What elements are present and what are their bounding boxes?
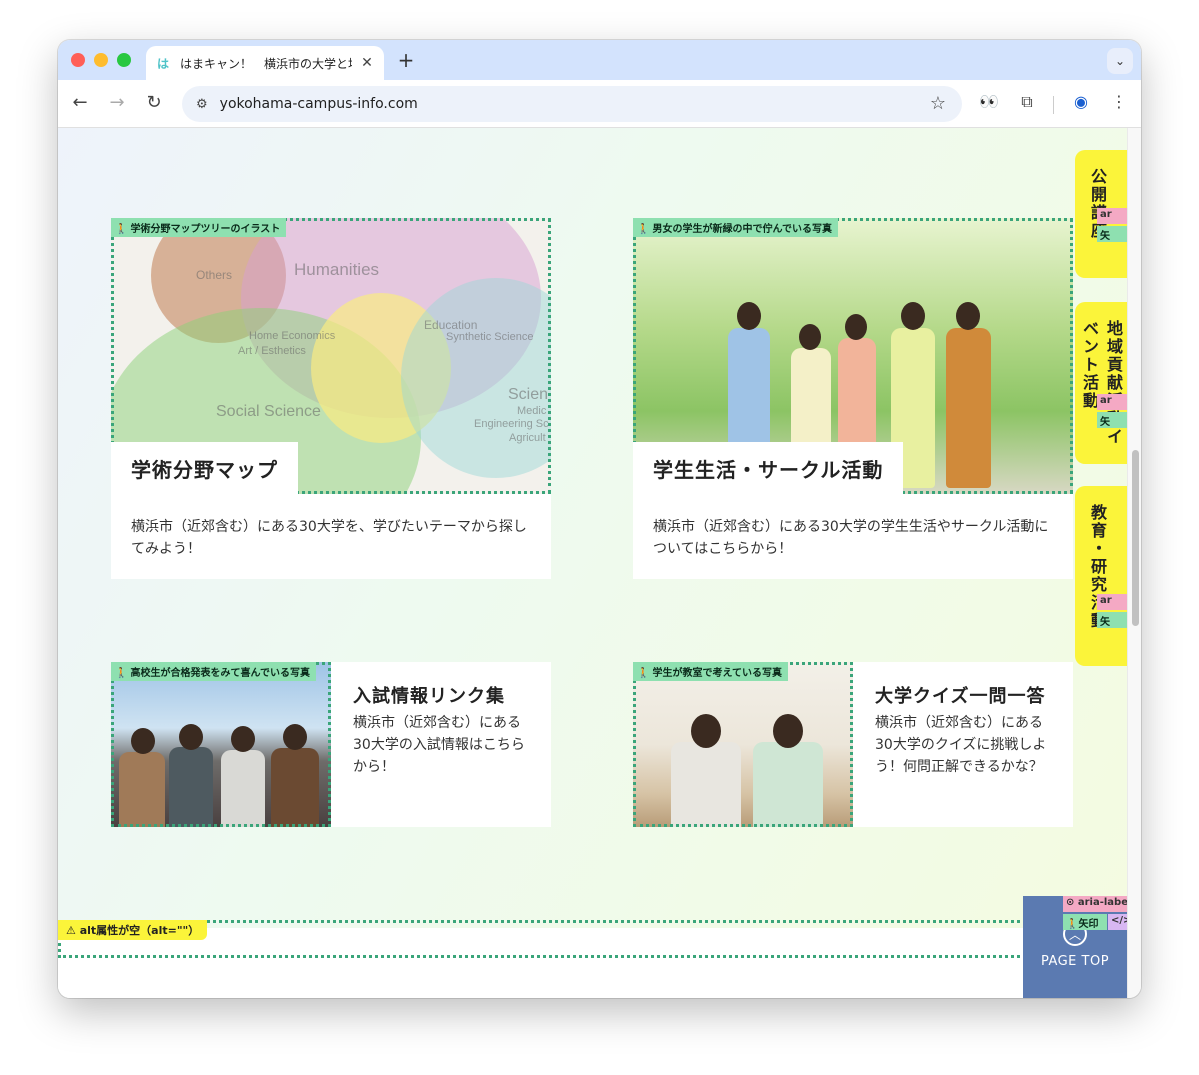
new-tab-button[interactable]: + xyxy=(394,48,418,72)
entrance-exam-photo xyxy=(111,662,331,827)
code-tag: </> xyxy=(1108,914,1127,930)
arrow-label-tag: 🚶矢印 xyxy=(1063,914,1107,930)
side-tab-education-research[interactable]: 教育・研究活動 ar 矢 xyxy=(1075,486,1127,666)
back-arrow-icon[interactable]: ← xyxy=(68,92,92,113)
card-entrance-exam[interactable]: 🚶 高校生が合格発表をみて喜んでいる写真 入試情報リンク集 横浜市（近郊含む）にあ… xyxy=(111,662,551,827)
venn-label: Scien xyxy=(508,386,549,403)
alt-text-label: 🚶 学生が教室で考えている写真 xyxy=(633,662,788,681)
card-description: 横浜市（近郊含む）にある30大学を、学びたいテーマから探してみよう！ xyxy=(131,519,527,557)
arrow-label-tag: 矢 xyxy=(1097,412,1127,428)
forward-arrow-icon[interactable]: → xyxy=(105,92,129,113)
card-description: 横浜市（近郊含む）にある30大学のクイズに挑戦しよう！何問正解できるかな？ xyxy=(875,715,1047,775)
empty-alt-outline xyxy=(58,920,1127,958)
venn-label: Others xyxy=(196,268,233,282)
classroom-photo xyxy=(633,662,853,827)
alt-text-label: 🚶 高校生が合格発表をみて喜んでいる写真 xyxy=(111,662,316,681)
scrollbar-thumb[interactable] xyxy=(1132,450,1139,626)
profile-avatar-icon[interactable]: ◉ xyxy=(1070,92,1092,111)
empty-alt-warning: ⚠ alt属性が空（alt=""） xyxy=(58,920,208,940)
zoom-window-button[interactable] xyxy=(117,53,131,67)
browser-window: は はまキャン！ 横浜市の大学と地 ✕ + ⌄ ← → ↻ ⚙ yokohama… xyxy=(58,40,1141,998)
venn-label: Synthetic Science xyxy=(446,331,534,343)
aria-label-tag: ar xyxy=(1097,394,1127,410)
venn-label: Medic xyxy=(517,405,547,417)
vertical-scrollbar[interactable] xyxy=(1127,128,1141,998)
aria-label-tag: ⊙ aria-labe xyxy=(1063,896,1127,912)
site-favicon-icon: は xyxy=(156,56,169,71)
venn-label: Agricult xyxy=(509,432,546,444)
extension-eyes-icon[interactable]: 👀 xyxy=(978,92,1000,111)
tab-title: はまキャン！ 横浜市の大学と地 xyxy=(180,56,352,71)
close-window-button[interactable] xyxy=(71,53,85,67)
card-title: 大学クイズ一問一答 xyxy=(875,686,1046,707)
aria-label-tag: ar xyxy=(1097,594,1127,610)
side-tab-community[interactable]: 地域貢献活動イベント活動 ar 矢 xyxy=(1075,302,1127,464)
address-bar[interactable]: ⚙ yokohama-campus-info.com ☆ xyxy=(182,86,962,122)
venn-label: Education xyxy=(424,318,478,332)
browser-toolbar: ← → ↻ ⚙ yokohama-campus-info.com ☆ 👀 ⧉ ◉… xyxy=(58,80,1141,128)
card-academic-map[interactable]: Others Humanities Home Economics Art / E… xyxy=(111,218,551,579)
card-description: 横浜市（近郊含む）にある30大学の学生生活やサークル活動についてはこちらから！ xyxy=(653,519,1049,557)
venn-label: Art / Esthetics xyxy=(238,345,306,357)
url-text: yokohama-campus-info.com xyxy=(219,96,418,112)
card-quiz[interactable]: 🚶 学生が教室で考えている写真 大学クイズ一問一答 横浜市（近郊含む）にある30大… xyxy=(633,662,1073,827)
venn-label: Engineering Sc xyxy=(474,418,549,430)
arrow-label-tag: 矢 xyxy=(1097,226,1127,242)
venn-label: Humanities xyxy=(294,260,380,279)
card-title: 学生生活・サークル活動 xyxy=(633,442,904,495)
minimize-window-button[interactable] xyxy=(94,53,108,67)
side-tab-public-lecture[interactable]: 公開講座 ar 矢 xyxy=(1075,150,1127,278)
tab-bar: は はまキャン！ 横浜市の大学と地 ✕ + ⌄ xyxy=(58,40,1141,80)
card-title: 学術分野マップ xyxy=(111,442,298,495)
card-student-life[interactable]: 🚶 男女の学生が新緑の中で佇んでいる写真 学生生活・サークル活動 横浜市（近郊含む… xyxy=(633,218,1073,579)
venn-label: Social Science xyxy=(216,403,321,420)
tab-search-chevron-icon[interactable]: ⌄ xyxy=(1107,48,1133,74)
venn-label: Home Economics xyxy=(249,330,336,342)
card-title: 入試情報リンク集 xyxy=(353,686,505,707)
arrow-label-tag: 矢 xyxy=(1097,612,1127,628)
bookmark-star-icon[interactable]: ☆ xyxy=(930,93,946,114)
toolbar-divider xyxy=(1053,96,1054,114)
aria-label-tag: ar xyxy=(1097,208,1127,224)
page-viewport: Others Humanities Home Economics Art / E… xyxy=(58,128,1127,998)
site-info-icon[interactable]: ⚙ xyxy=(196,97,208,112)
card-description: 横浜市（近郊含む）にある30大学の入試情報はこちらから！ xyxy=(353,715,525,775)
more-menu-icon[interactable]: ⋮ xyxy=(1108,92,1130,111)
page-top-label: PAGE TOP xyxy=(1040,954,1110,969)
reload-icon[interactable]: ↻ xyxy=(142,92,166,113)
active-tab[interactable]: は はまキャン！ 横浜市の大学と地 ✕ xyxy=(146,46,384,80)
alt-text-label: 🚶 学術分野マップツリーのイラスト xyxy=(111,218,287,237)
tab-close-icon[interactable]: ✕ xyxy=(358,55,376,71)
side-tab-label: 地域貢献活動イベント活動 xyxy=(1080,320,1123,446)
alt-text-label: 🚶 男女の学生が新緑の中で佇んでいる写真 xyxy=(633,218,838,237)
extensions-puzzle-icon[interactable]: ⧉ xyxy=(1016,92,1038,112)
